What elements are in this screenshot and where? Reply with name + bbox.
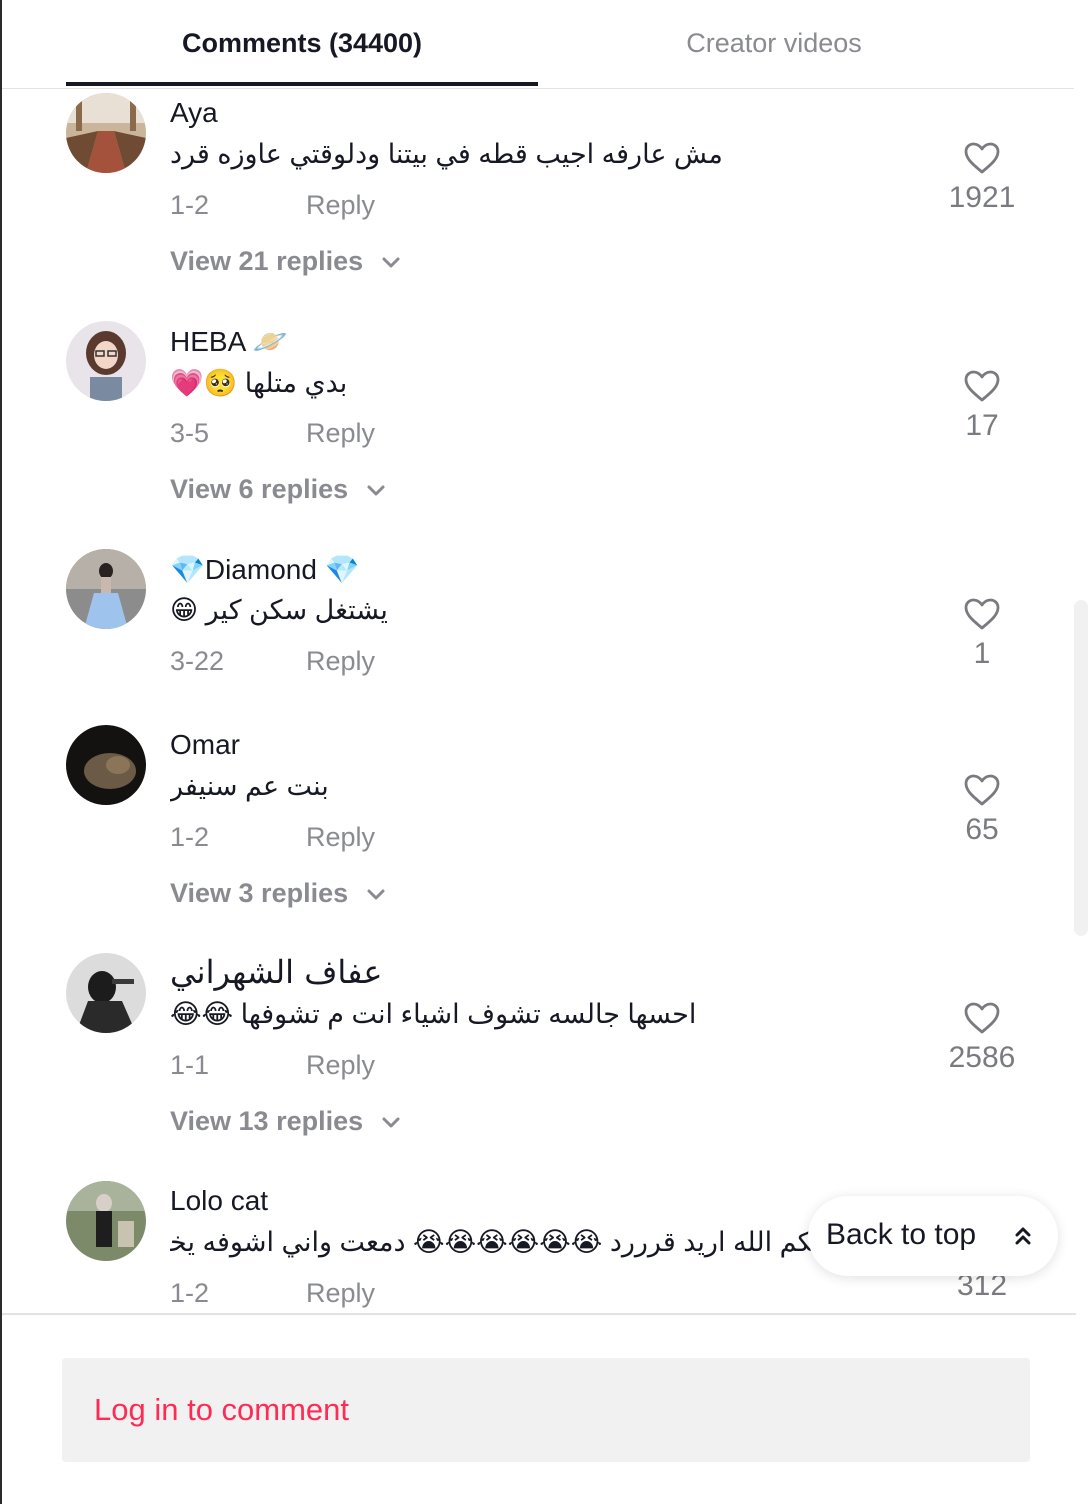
- comment-text: بنت عم سنيفر: [170, 771, 329, 801]
- chevron-down-icon: [367, 485, 385, 496]
- avatar[interactable]: [66, 549, 146, 629]
- back-to-top-label: Back to top: [826, 1218, 977, 1251]
- comment-date: 1-2: [170, 190, 210, 220]
- login-to-comment-label: Log in to comment: [94, 1392, 350, 1427]
- tab-comments[interactable]: Comments (34400): [66, 28, 538, 59]
- reply-button[interactable]: Reply: [306, 1278, 375, 1309]
- like-count: 1921: [948, 181, 1016, 214]
- comment-text: احسها جالسه تشوف اشياء انت م تشوفها 😂😂: [170, 999, 697, 1029]
- view-replies-button[interactable]: View 3 replies: [170, 878, 386, 909]
- back-to-top-button[interactable]: Back to top: [808, 1196, 1058, 1276]
- like-count: 1: [973, 637, 991, 670]
- heart-outline-icon[interactable]: [963, 597, 1001, 631]
- comment-username[interactable]: عفاف الشهراني: [170, 953, 382, 991]
- avatar[interactable]: [66, 725, 146, 805]
- view-replies-button[interactable]: View 6 replies: [170, 474, 386, 505]
- comment-date: 1-1: [170, 1050, 210, 1080]
- view-replies-label: View 21 replies: [170, 246, 364, 276]
- like-control: 17: [932, 369, 1032, 443]
- like-control: 65: [932, 773, 1032, 847]
- comment-username[interactable]: 💎Diamond 💎: [170, 553, 360, 586]
- comment-username[interactable]: Omar: [170, 729, 240, 761]
- like-control: 1921: [932, 141, 1032, 215]
- heart-outline-icon[interactable]: [963, 773, 1001, 807]
- view-replies-label: View 13 replies: [170, 1106, 364, 1136]
- reply-button[interactable]: Reply: [306, 646, 375, 677]
- comment-text: يشتغل سكن كير 😁: [170, 595, 388, 625]
- reply-button[interactable]: Reply: [306, 1050, 375, 1081]
- like-count: 17: [965, 409, 999, 442]
- active-tab-indicator: [66, 82, 538, 86]
- avatar[interactable]: [66, 953, 146, 1033]
- comment-username[interactable]: HEBA 🪐: [170, 325, 287, 358]
- reply-button[interactable]: Reply: [306, 190, 375, 221]
- divider: [2, 1313, 1076, 1315]
- avatar[interactable]: [66, 1181, 146, 1261]
- view-replies-label: View 3 replies: [170, 878, 349, 908]
- comment-username[interactable]: Aya: [170, 97, 218, 129]
- comment-text: بدي متلها 🥺💗: [170, 368, 348, 398]
- reply-button[interactable]: Reply: [306, 418, 375, 449]
- comment-text: مش عارفه اجيب قطه في بيتنا ودلوقتي عاوزه…: [170, 139, 723, 169]
- tab-creator-videos[interactable]: Creator videos: [538, 28, 1010, 59]
- comment-text: يكم الله اريد قرررد 😭😭😭😭😭😭 دمعت واني اشو…: [170, 1227, 820, 1257]
- like-count: 2586: [948, 1041, 1016, 1074]
- like-control: 1: [932, 597, 1032, 671]
- avatar[interactable]: [66, 93, 146, 173]
- double-chevron-up-icon: [1015, 1227, 1031, 1245]
- comment-list[interactable]: Aya مش عارفه اجيب قطه في بيتنا ودلوقتي ع…: [2, 89, 1074, 1313]
- like-control: 2586: [932, 1001, 1032, 1075]
- login-to-comment-button[interactable]: Log in to comment: [62, 1358, 1030, 1462]
- like-count: 65: [965, 813, 999, 846]
- chevron-down-icon: [367, 889, 385, 900]
- comment-date: 3-5: [170, 418, 210, 448]
- comment-date: 1-2: [170, 1278, 210, 1308]
- chevron-down-icon: [382, 257, 400, 268]
- comment-date: 3-22: [170, 646, 225, 676]
- scrollbar[interactable]: [1074, 600, 1088, 936]
- chevron-down-icon: [382, 1117, 400, 1128]
- tab-bar: Comments (34400) Creator videos: [2, 0, 1074, 89]
- view-replies-label: View 6 replies: [170, 474, 349, 504]
- heart-outline-icon[interactable]: [963, 369, 1001, 403]
- comment-username[interactable]: Lolo cat: [170, 1185, 268, 1217]
- view-replies-button[interactable]: View 13 replies: [170, 1106, 401, 1137]
- comment-date: 1-2: [170, 822, 210, 852]
- view-replies-button[interactable]: View 21 replies: [170, 246, 401, 277]
- heart-outline-icon[interactable]: [963, 1001, 1001, 1035]
- reply-button[interactable]: Reply: [306, 822, 375, 853]
- heart-outline-icon[interactable]: [963, 141, 1001, 175]
- avatar[interactable]: [66, 321, 146, 401]
